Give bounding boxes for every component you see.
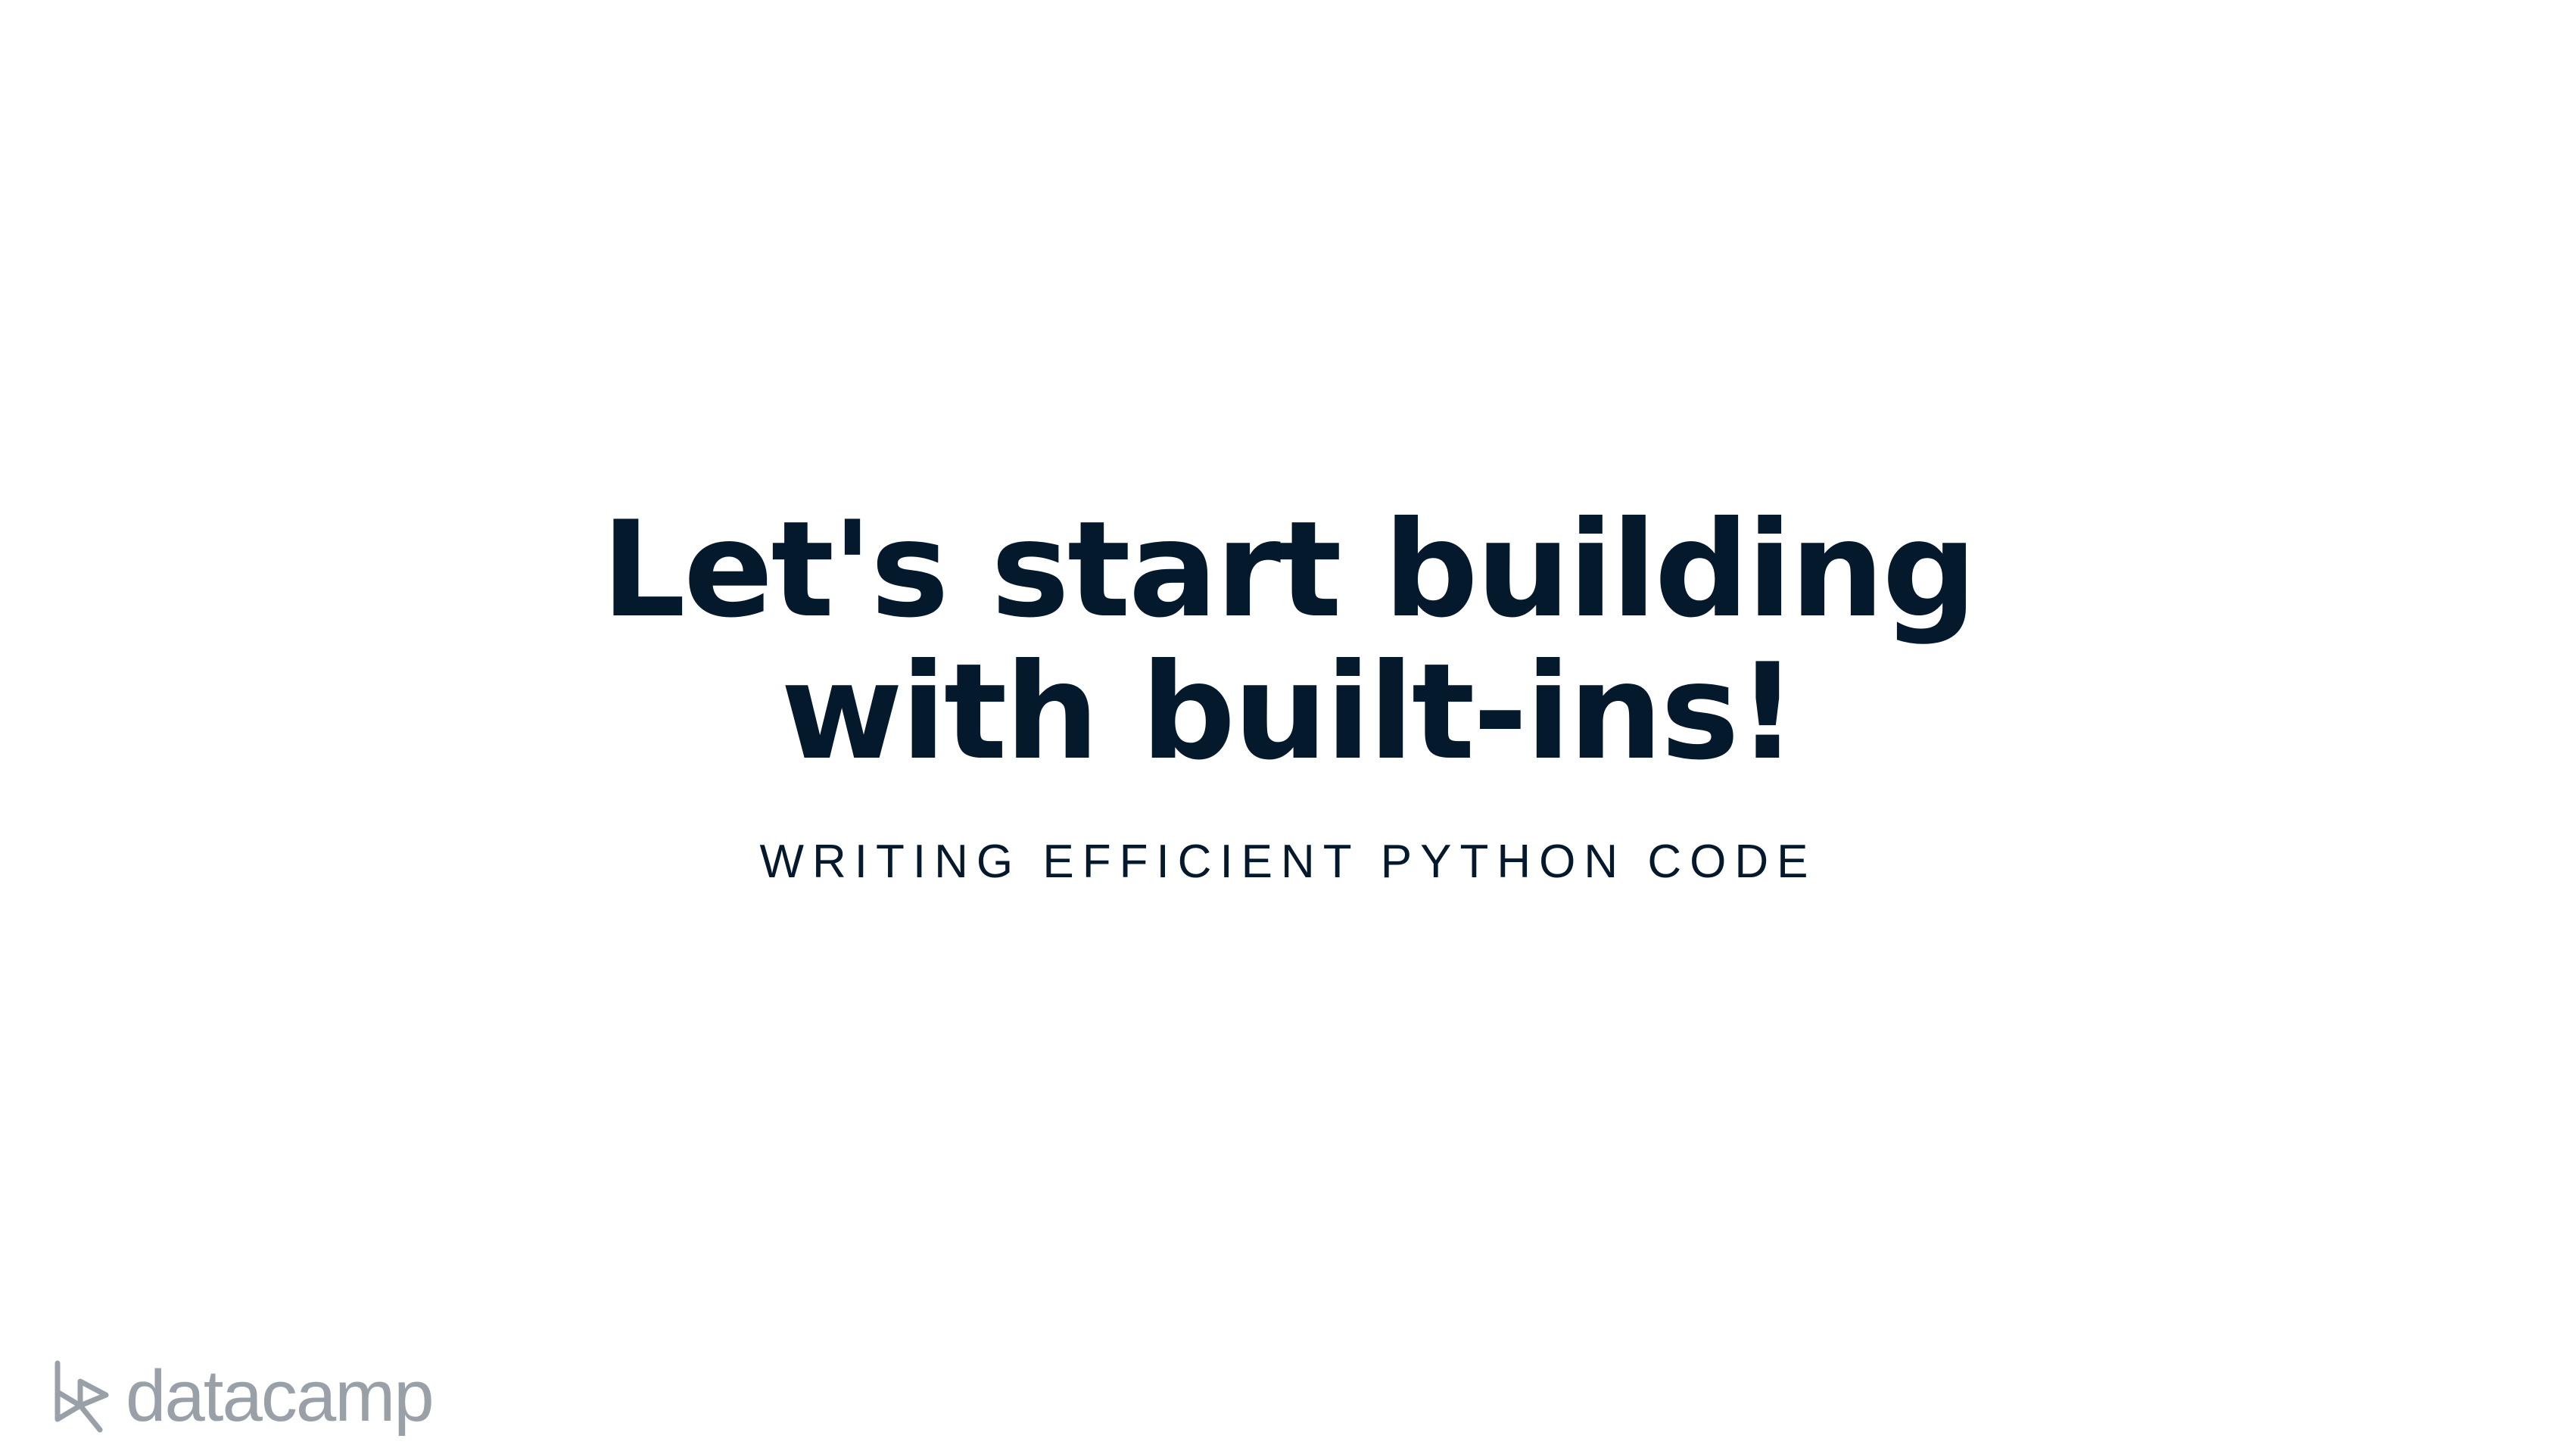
title-line-2: with built-ins! [780, 636, 1797, 789]
title-block: Let's start building with built-ins! WRI… [0, 500, 2576, 889]
title-line-1: Let's start building [601, 494, 1976, 647]
datacamp-logo-icon [55, 1360, 109, 1433]
slide-title: Let's start building with built-ins! [0, 500, 2576, 784]
course-subtitle: WRITING EFFICIENT PYTHON CODE [759, 836, 1817, 888]
datacamp-logo-text: datacamp [126, 1356, 435, 1437]
datacamp-logo: datacamp [53, 1355, 435, 1438]
